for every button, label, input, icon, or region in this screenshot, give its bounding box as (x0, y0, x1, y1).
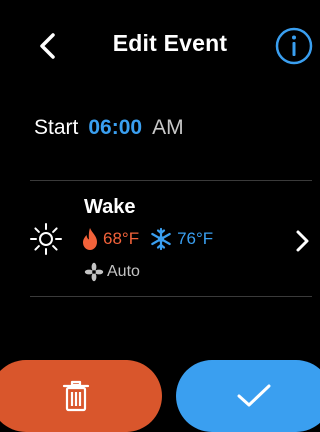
checkmark-icon (237, 384, 271, 407)
start-ampm[interactable]: AM (152, 116, 184, 140)
start-time-row[interactable]: Start 06:00 AM (34, 116, 184, 150)
start-time-value[interactable]: 06:00 (88, 116, 142, 140)
heat-setpoint: 68°F (103, 229, 140, 248)
info-button[interactable] (274, 26, 314, 66)
trash-icon (62, 380, 90, 412)
delete-button[interactable] (0, 360, 162, 432)
flame-icon (83, 228, 97, 250)
event-name: Wake (84, 196, 136, 218)
snowflake-icon (151, 227, 171, 251)
setpoints: 68°F 76°F (80, 226, 213, 252)
start-label: Start (34, 116, 79, 139)
info-circle-icon (275, 27, 313, 65)
fan-icon (84, 262, 104, 282)
edit-event-screen: Edit Event Start 06:00 AM Wake 68°F 76°F… (0, 0, 320, 432)
fan-mode: Auto (84, 262, 140, 282)
header: Edit Event (0, 0, 320, 90)
page-title: Edit Event (112, 30, 228, 56)
cool-setpoint: 76°F (177, 229, 214, 248)
fan-mode-label: Auto (107, 263, 140, 280)
divider-top (30, 180, 312, 181)
confirm-button[interactable] (176, 360, 320, 432)
divider-bottom (30, 296, 312, 297)
chevron-right-icon (296, 230, 309, 252)
event-row[interactable]: Wake 68°F 76°F Auto (0, 182, 320, 296)
sun-icon (30, 223, 62, 255)
